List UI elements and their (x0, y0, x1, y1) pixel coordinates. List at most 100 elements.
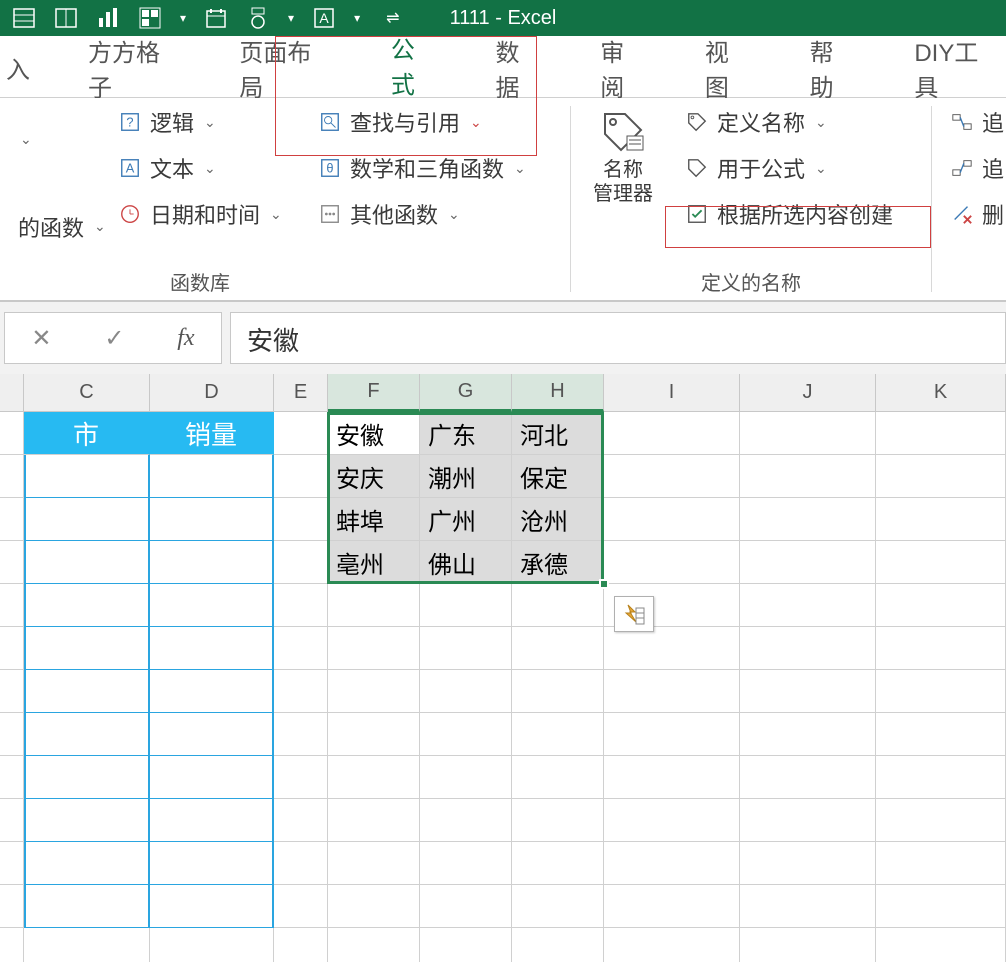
cell[interactable] (0, 713, 24, 756)
cell[interactable] (876, 670, 1006, 713)
create-from-selection-button[interactable]: 根据所选内容创建 (681, 196, 897, 232)
cell[interactable] (0, 799, 24, 842)
cell[interactable] (24, 498, 150, 541)
col-header-h[interactable]: H (512, 374, 604, 412)
formula-input[interactable]: 安徽 (230, 312, 1006, 364)
cell[interactable] (24, 627, 150, 670)
cell[interactable] (150, 842, 274, 885)
cell-h2[interactable]: 保定 (512, 455, 604, 498)
cell[interactable] (0, 584, 24, 627)
cell[interactable] (0, 756, 24, 799)
cell[interactable] (420, 627, 512, 670)
cell[interactable] (24, 584, 150, 627)
datetime-functions-button[interactable]: 日期和时间⌄ (114, 196, 286, 232)
cell[interactable] (740, 541, 876, 584)
cell[interactable] (274, 756, 328, 799)
cell[interactable] (740, 584, 876, 627)
trace-precedents-button[interactable]: 追 (946, 104, 1006, 140)
cell[interactable] (150, 584, 274, 627)
cell[interactable] (328, 756, 420, 799)
other-functions-button[interactable]: 其他函数⌄ (314, 196, 530, 232)
cell[interactable] (604, 541, 740, 584)
qat-icon-2[interactable] (54, 6, 78, 30)
cell[interactable] (274, 928, 328, 962)
cell[interactable] (150, 928, 274, 962)
cell[interactable] (876, 928, 1006, 962)
cell[interactable] (740, 756, 876, 799)
cell[interactable] (604, 885, 740, 928)
cell[interactable] (24, 928, 150, 962)
quick-analysis-button[interactable] (614, 596, 654, 632)
cell[interactable] (274, 627, 328, 670)
col-header-i[interactable]: I (604, 374, 740, 412)
cell[interactable] (876, 799, 1006, 842)
dropdown-button[interactable]: ⌄ (14, 129, 110, 150)
define-name-button[interactable]: 定义名称⌄ (681, 104, 897, 140)
cell[interactable] (328, 627, 420, 670)
cell[interactable] (876, 627, 1006, 670)
cell[interactable] (328, 799, 420, 842)
cell[interactable] (740, 670, 876, 713)
col-header-d[interactable]: D (150, 374, 274, 412)
cell-f2[interactable]: 安庆 (328, 455, 420, 498)
cell[interactable] (274, 541, 328, 584)
cell[interactable] (420, 670, 512, 713)
math-functions-button[interactable]: θ 数学和三角函数⌄ (314, 150, 530, 186)
cell-f4[interactable]: 亳州 (328, 541, 420, 584)
qat-icon-5[interactable] (204, 6, 228, 30)
cell[interactable] (740, 498, 876, 541)
col-header[interactable] (0, 374, 24, 412)
cell[interactable] (274, 713, 328, 756)
cell[interactable] (604, 756, 740, 799)
cell[interactable] (0, 842, 24, 885)
cell[interactable] (0, 670, 24, 713)
confirm-icon[interactable]: ✓ (92, 324, 136, 353)
cell[interactable] (274, 584, 328, 627)
cell[interactable] (0, 541, 24, 584)
cell[interactable] (604, 498, 740, 541)
cell[interactable] (604, 928, 740, 962)
cell-f3[interactable]: 蚌埠 (328, 498, 420, 541)
col-header-e[interactable]: E (274, 374, 328, 412)
cell[interactable] (24, 885, 150, 928)
name-box[interactable]: ✕ ✓ fx (4, 312, 222, 364)
cell[interactable] (876, 455, 1006, 498)
cell[interactable] (420, 799, 512, 842)
cell[interactable] (512, 670, 604, 713)
cell[interactable] (420, 756, 512, 799)
cell[interactable] (420, 885, 512, 928)
cell[interactable] (274, 885, 328, 928)
remove-arrows-button[interactable]: 删 (946, 196, 1006, 232)
cell[interactable] (24, 799, 150, 842)
qat-icon-1[interactable] (12, 6, 36, 30)
cell[interactable] (328, 713, 420, 756)
cell[interactable] (512, 713, 604, 756)
cell[interactable] (512, 885, 604, 928)
recent-functions-button[interactable]: 的函数⌄ (14, 209, 110, 245)
cell[interactable] (24, 842, 150, 885)
cell-g3[interactable]: 广州 (420, 498, 512, 541)
cell[interactable] (0, 885, 24, 928)
cell[interactable] (512, 627, 604, 670)
cell[interactable] (150, 756, 274, 799)
cell[interactable] (274, 498, 328, 541)
tab-insert[interactable]: 入 (0, 36, 36, 97)
cell[interactable] (24, 541, 150, 584)
cell[interactable] (150, 713, 274, 756)
text-functions-button[interactable]: A 文本⌄ (114, 150, 286, 186)
cell[interactable] (274, 412, 328, 455)
cell[interactable] (876, 541, 1006, 584)
cell[interactable] (150, 541, 274, 584)
cell-g2[interactable]: 潮州 (420, 455, 512, 498)
cell[interactable] (604, 455, 740, 498)
cell[interactable] (0, 627, 24, 670)
chevron-down-icon[interactable]: ▾ (354, 11, 360, 25)
cell[interactable] (24, 756, 150, 799)
cell[interactable] (274, 799, 328, 842)
cell[interactable] (420, 928, 512, 962)
cell[interactable] (420, 713, 512, 756)
cell[interactable] (328, 842, 420, 885)
cell[interactable] (740, 799, 876, 842)
cell-h1[interactable]: 河北 (512, 412, 604, 455)
cell[interactable] (876, 842, 1006, 885)
